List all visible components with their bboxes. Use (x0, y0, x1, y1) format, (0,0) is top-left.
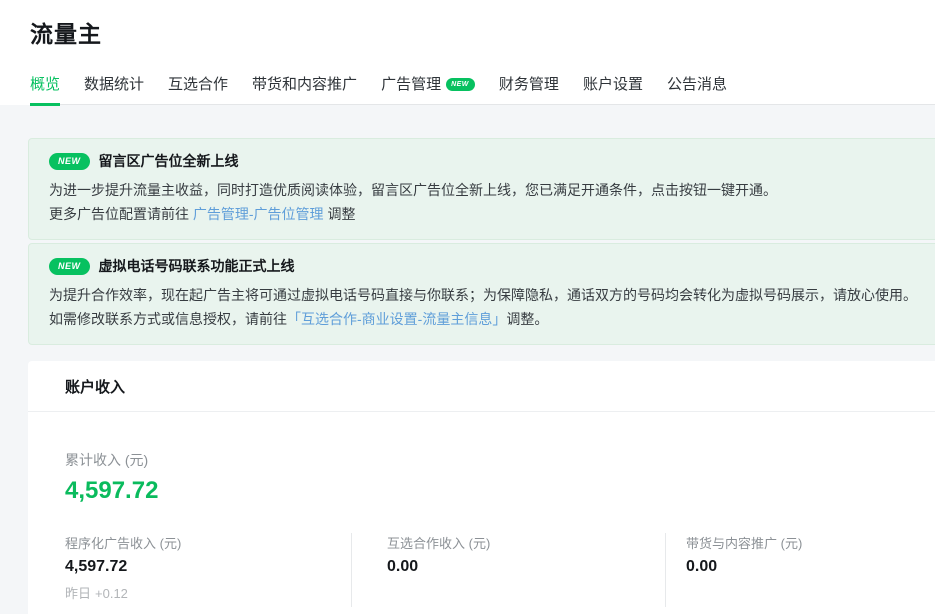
header: 流量主 概览 数据统计 互选合作 带货和内容推广 广告管理NEW 财务管理 账户… (0, 0, 935, 105)
stat-goods-content-promotion: 带货与内容推广 (元) 0.00 (665, 533, 935, 607)
new-badge-icon: NEW (49, 258, 90, 275)
total-income-value: 4,597.72 (65, 477, 935, 505)
stat-value: 4,597.72 (65, 558, 351, 576)
tab-goods-content-promotion[interactable]: 带货和内容推广 (252, 73, 357, 104)
tab-finance-management[interactable]: 财务管理 (499, 73, 559, 104)
notice-line: 如需修改联系方式或信息授权，请前往「互选合作-商业设置-流量主信息」调整。 (49, 307, 935, 331)
traffic-owner-info-link[interactable]: 「互选合作-商业设置-流量主信息」 (287, 311, 506, 327)
notice-virtual-phone: NEW 虚拟电话号码联系功能正式上线 为提升合作效率，现在起广告主将可通过虚拟电… (28, 243, 935, 345)
stat-label: 带货与内容推广 (元) (686, 533, 935, 552)
stat-yesterday-change: 昨日+0.12 (65, 583, 351, 602)
notice-title: 留言区广告位全新上线 (99, 151, 239, 171)
notice-line: 为进一步提升流量主收益，同时打造优质阅读体验，留言区广告位全新上线，您已满足开通… (49, 178, 935, 202)
notice-body: 为提升合作效率，现在起广告主将可通过虚拟电话号码直接与你联系；为保障隐私，通话双… (49, 283, 935, 331)
tab-mutual-selection[interactable]: 互选合作 (168, 73, 228, 104)
notice-body: 为进一步提升流量主收益，同时打造优质阅读体验，留言区广告位全新上线，您已满足开通… (49, 178, 935, 226)
total-income-label: 累计收入 (元) (65, 450, 935, 470)
notice-title: 虚拟电话号码联系功能正式上线 (99, 256, 295, 276)
account-income-card: 账户收入 累计收入 (元) 4,597.72 程序化广告收入 (元) 4,597… (28, 361, 935, 614)
tab-overview[interactable]: 概览 (30, 73, 60, 106)
income-stats-row: 程序化广告收入 (元) 4,597.72 昨日+0.12 互选合作收入 (元) … (28, 533, 935, 607)
notice-line: 为提升合作效率，现在起广告主将可通过虚拟电话号码直接与你联系；为保障隐私，通话双… (49, 283, 935, 307)
tab-account-settings[interactable]: 账户设置 (583, 73, 643, 104)
ad-slot-management-link[interactable]: 广告管理-广告位管理 (193, 206, 324, 222)
notice-comment-ad-slot: NEW 留言区广告位全新上线 为进一步提升流量主收益，同时打造优质阅读体验，留言… (28, 138, 935, 240)
new-badge-icon: NEW (446, 78, 475, 91)
page: 流量主 概览 数据统计 互选合作 带货和内容推广 广告管理NEW 财务管理 账户… (0, 0, 935, 614)
total-income-block: 累计收入 (元) 4,597.72 (28, 450, 935, 505)
tab-data-statistics[interactable]: 数据统计 (84, 73, 144, 104)
notice-line: 更多广告位配置请前往 广告管理-广告位管理 调整 (49, 202, 935, 226)
new-badge-icon: NEW (49, 153, 90, 170)
stat-mutual-selection-income: 互选合作收入 (元) 0.00 (351, 533, 665, 607)
stat-label: 程序化广告收入 (元) (65, 533, 351, 552)
stat-value: 0.00 (686, 558, 935, 576)
page-title: 流量主 (30, 0, 935, 49)
content-area: NEW 留言区广告位全新上线 为进一步提升流量主收益，同时打造优质阅读体验，留言… (0, 105, 935, 614)
tab-announcements[interactable]: 公告消息 (667, 73, 727, 104)
stat-programmatic-ad-income: 程序化广告收入 (元) 4,597.72 昨日+0.12 (28, 533, 351, 607)
tab-ad-management[interactable]: 广告管理NEW (381, 73, 475, 104)
tab-bar: 概览 数据统计 互选合作 带货和内容推广 广告管理NEW 财务管理 账户设置 公… (30, 73, 935, 105)
card-title: 账户收入 (28, 361, 935, 412)
stat-value: 0.00 (387, 558, 665, 576)
stat-label: 互选合作收入 (元) (387, 533, 665, 552)
